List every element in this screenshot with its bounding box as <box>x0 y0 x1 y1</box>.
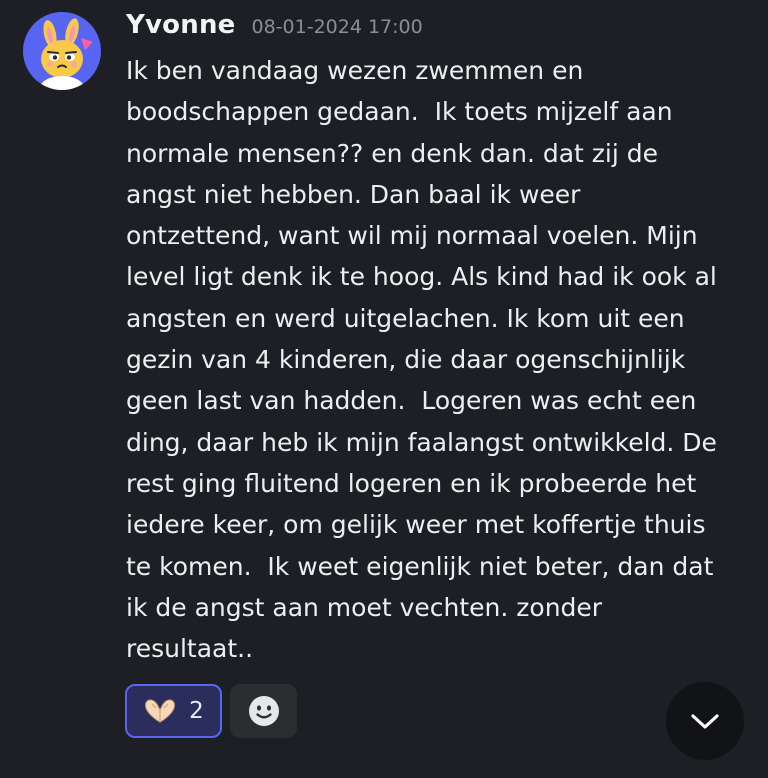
chevron-down-icon <box>691 714 719 729</box>
message-line: ding, daar heb ik mijn faalangst ontwikk… <box>126 427 717 457</box>
message-line: level ligt denk ik te hoog. Als kind had… <box>126 262 717 292</box>
message-line: geen last van hadden. Logeren was echt e… <box>126 386 697 416</box>
heart-hands-icon <box>143 698 177 724</box>
message-line: rest ging fluitend logeren en ik probeer… <box>126 468 697 498</box>
scroll-to-bottom-button[interactable] <box>666 682 744 760</box>
message-timestamp: 08-01-2024 17:00 <box>251 16 423 38</box>
chat-message: Yvonne 08-01-2024 17:00 Ik ben vandaag w… <box>0 0 768 778</box>
reaction-heart-hands[interactable]: 2 <box>125 684 222 738</box>
message-line: angst niet hebben. Dan baal ik weer <box>126 179 581 209</box>
avatar[interactable] <box>23 12 101 90</box>
message-line: angsten en werd uitgelachen. Ik kom uit … <box>126 303 685 333</box>
rabbit-avatar-icon <box>23 12 101 90</box>
message-line: boodschappen gedaan. Ik toets mijzelf aa… <box>126 97 673 127</box>
reaction-bar: 2 <box>125 684 297 738</box>
message-line: ik de angst aan moet vechten. zonder <box>126 592 603 622</box>
reaction-count: 2 <box>189 698 204 724</box>
message-line: Ik ben vandaag wezen zwemmen en <box>126 56 584 85</box>
message-content: Ik ben vandaag wezen zwemmen en boodscha… <box>126 50 756 669</box>
message-line: ontzettend, want wil mij normaal voelen.… <box>126 221 698 251</box>
message-line: gezin van 4 kinderen, die daar ogenschij… <box>126 345 686 375</box>
add-reaction-button[interactable] <box>230 684 297 738</box>
smiley-face-icon <box>248 696 279 726</box>
message-line: normale mensen?? en denk dan. dat zij de <box>126 138 659 168</box>
message-header: Yvonne 08-01-2024 17:00 <box>126 10 423 44</box>
message-line: resultaat.. <box>126 634 254 664</box>
message-line: iedere keer, om gelijk weer met koffertj… <box>126 510 706 540</box>
message-line: te komen. Ik weet eigenlijk niet beter, … <box>126 551 714 581</box>
author-name[interactable]: Yvonne <box>126 10 236 40</box>
